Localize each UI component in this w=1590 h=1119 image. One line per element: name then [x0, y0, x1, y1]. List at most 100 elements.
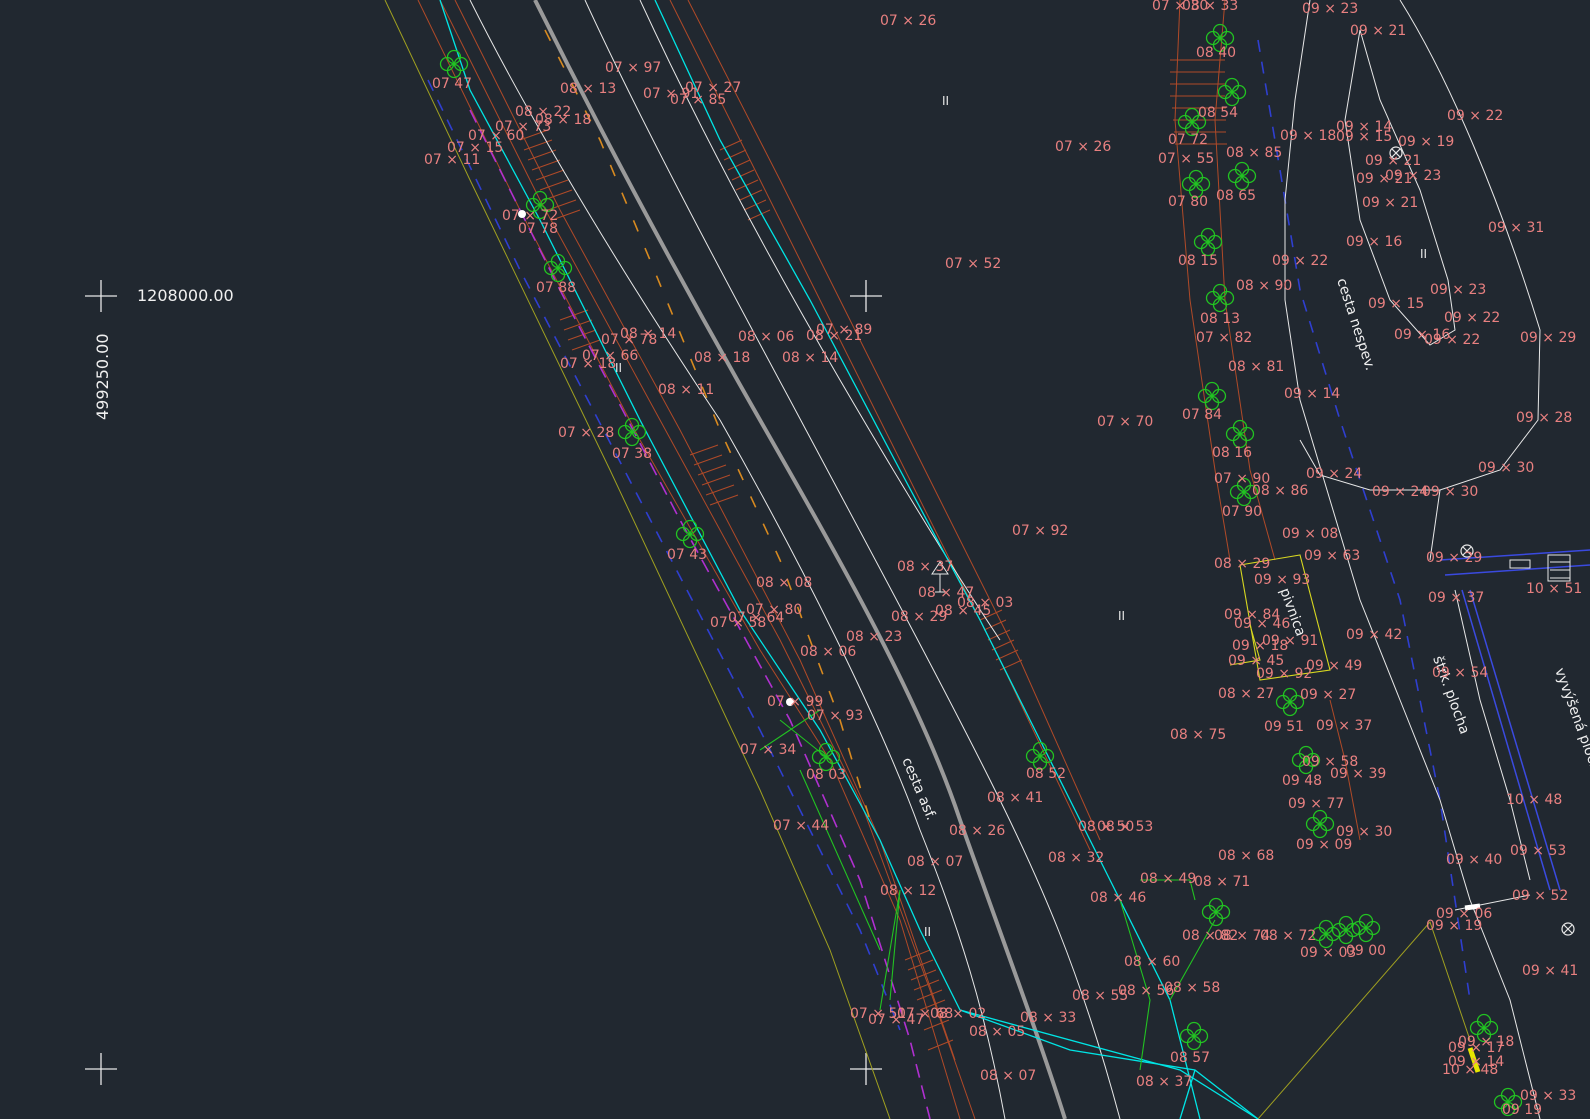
survey-point-label: 07 × 44 — [773, 818, 829, 834]
hatch-mark-label: II — [924, 925, 931, 939]
survey-point-label: 08 16 — [1212, 445, 1252, 461]
survey-point-label: 07 90 — [1222, 504, 1262, 520]
survey-point-label: 09 × 24 — [1372, 484, 1428, 500]
survey-point-label: 09 × 22 — [1424, 332, 1480, 348]
survey-point-label: 08 × 11 — [658, 382, 714, 398]
survey-point-label: 09 48 — [1282, 773, 1322, 789]
survey-point-label: 07 72 — [1168, 132, 1208, 148]
survey-point-label: 08 52 — [1026, 766, 1066, 782]
survey-point-label: 07 38 — [612, 446, 652, 462]
survey-point-label: 08 × 53 — [1097, 819, 1153, 835]
survey-point-label: 08 × 06 — [800, 644, 856, 660]
survey-point-label: 09 × 15 — [1368, 296, 1424, 312]
survey-point-label: 09 × 46 — [1234, 616, 1290, 632]
survey-point-label: 08 × 90 — [1236, 278, 1292, 294]
survey-point-label: 07 × 28 — [558, 425, 614, 441]
survey-point-label: 08 × 32 — [1048, 850, 1104, 866]
survey-point-label: 09 × 29 — [1426, 550, 1482, 566]
survey-point-label: 08 × 71 — [1194, 874, 1250, 890]
survey-point-label: 08 × 75 — [1170, 727, 1226, 743]
hatch-mark-label: II — [942, 94, 949, 108]
hatch-mark-label: II — [1420, 247, 1427, 261]
survey-point-label: 08 × 26 — [949, 823, 1005, 839]
survey-point-label: 07 × 11 — [424, 152, 480, 168]
survey-point-label: 09 × 30 — [1478, 460, 1534, 476]
survey-point-label: 08 × 27 — [1218, 686, 1274, 702]
survey-point-label: 07 × 85 — [670, 92, 726, 108]
survey-point-label: 07 × 92 — [1012, 523, 1068, 539]
survey-point-label: 07 × 52 — [945, 256, 1001, 272]
survey-point-label: 07 47 — [432, 76, 472, 92]
survey-point-label: 09 × 21 — [1350, 23, 1406, 39]
grid-x-coordinate: 1208000.00 — [137, 286, 234, 305]
survey-point-label: 09 × 37 — [1316, 718, 1372, 734]
survey-point-label: 07 × 93 — [807, 708, 863, 724]
survey-point-label: 07 × 34 — [740, 742, 796, 758]
survey-point-label: 08 × 33 — [1020, 1010, 1076, 1026]
survey-point-label: 08 × 86 — [1252, 483, 1308, 499]
survey-point-label: 09 × 23 — [1302, 1, 1358, 17]
survey-point-label: 08 × 29 — [1214, 556, 1270, 572]
survey-point-label: 07 88 — [536, 280, 576, 296]
survey-point-label: 08 × 18 — [694, 350, 750, 366]
survey-point-label: 09 × 31 — [1488, 220, 1544, 236]
survey-point-label: 09 × 63 — [1304, 548, 1360, 564]
survey-point-label: 07 × 26 — [1055, 139, 1111, 155]
survey-point-label: 07 84 — [1182, 407, 1222, 423]
survey-point-label: 08 × 49 — [1140, 871, 1196, 887]
survey-point-label: 08 57 — [1170, 1050, 1210, 1066]
survey-point-label: 08 × 37 — [1136, 1074, 1192, 1090]
survey-point-label: 08 03 — [806, 767, 846, 783]
survey-point-label: 09 × 23 — [1430, 282, 1486, 298]
survey-point-label: 08 × 85 — [1226, 145, 1282, 161]
survey-point-label: 09 × 19 — [1398, 134, 1454, 150]
survey-point-label: 09 × 92 — [1256, 666, 1312, 682]
survey-point-label: 09 × 41 — [1522, 963, 1578, 979]
survey-point-label: 08 × 46 — [1090, 890, 1146, 906]
survey-point-label: 09 × 21 — [1362, 195, 1418, 211]
survey-point-label: 07 × 78 — [601, 332, 657, 348]
survey-point-label: 07 78 — [518, 221, 558, 237]
survey-point-label: 08 × 33 — [1182, 0, 1238, 14]
grid-y-coordinate: 499250.00 — [93, 333, 112, 420]
survey-point-label: 08 54 — [1198, 105, 1238, 121]
survey-point-label: 09 × 14 — [1284, 386, 1340, 402]
survey-point-label: 09 × 08 — [1282, 526, 1338, 542]
survey-point-label: 08 × 07 — [907, 854, 963, 870]
survey-point-label: 09 × 29 — [1520, 330, 1576, 346]
survey-point-label: 09 × 42 — [1346, 627, 1402, 643]
survey-point-label: 09 × 37 — [1428, 590, 1484, 606]
survey-point-label: 07 × 70 — [1097, 414, 1153, 430]
survey-point-label: 09 × 27 — [1300, 687, 1356, 703]
survey-point-label: 08 × 72 — [1260, 928, 1316, 944]
survey-point-label: 09 × 22 — [1447, 108, 1503, 124]
survey-point-label: 09 51 — [1264, 719, 1304, 735]
survey-point-label: 08 × 08 — [756, 575, 812, 591]
survey-point-label: 09 × 52 — [1512, 888, 1568, 904]
survey-point-label: 09 00 — [1346, 943, 1386, 959]
survey-point-label: 08 × 05 — [969, 1024, 1025, 1040]
survey-point-label: 07 × 58 — [710, 615, 766, 631]
survey-point-label: 10 × 48 — [1506, 792, 1562, 808]
survey-point-label: 10 × 51 — [1526, 581, 1582, 597]
survey-point-label: 08 × 21 — [806, 328, 862, 344]
survey-point-label: 07 × 26 — [880, 13, 936, 29]
survey-point-label: 08 13 — [1200, 311, 1240, 327]
survey-point-label: 09 × 40 — [1446, 852, 1502, 868]
hatch-mark-label: II — [1118, 609, 1125, 623]
survey-point-label: 09 × 19 — [1426, 918, 1482, 934]
survey-point-label: 07 43 — [667, 547, 707, 563]
survey-point-label: 08 × 14 — [782, 350, 838, 366]
survey-point-label: 07 80 — [1168, 194, 1208, 210]
survey-point-label: 07 × 97 — [605, 60, 661, 76]
survey-point-label: 08 × 13 — [560, 81, 616, 97]
survey-point-label: 08 × 41 — [987, 790, 1043, 806]
survey-point-label: 09 × 39 — [1330, 766, 1386, 782]
survey-point-label: 08 × 12 — [880, 883, 936, 899]
survey-point-label: 09 × 30 — [1422, 484, 1478, 500]
survey-point-label: 09 × 24 — [1306, 466, 1362, 482]
survey-point-label: 08 15 — [1178, 253, 1218, 269]
survey-point-label: 08 40 — [1196, 45, 1236, 61]
survey-point-label: 08 × 06 — [738, 329, 794, 345]
survey-point-label: 09 × 21 — [1365, 153, 1421, 169]
